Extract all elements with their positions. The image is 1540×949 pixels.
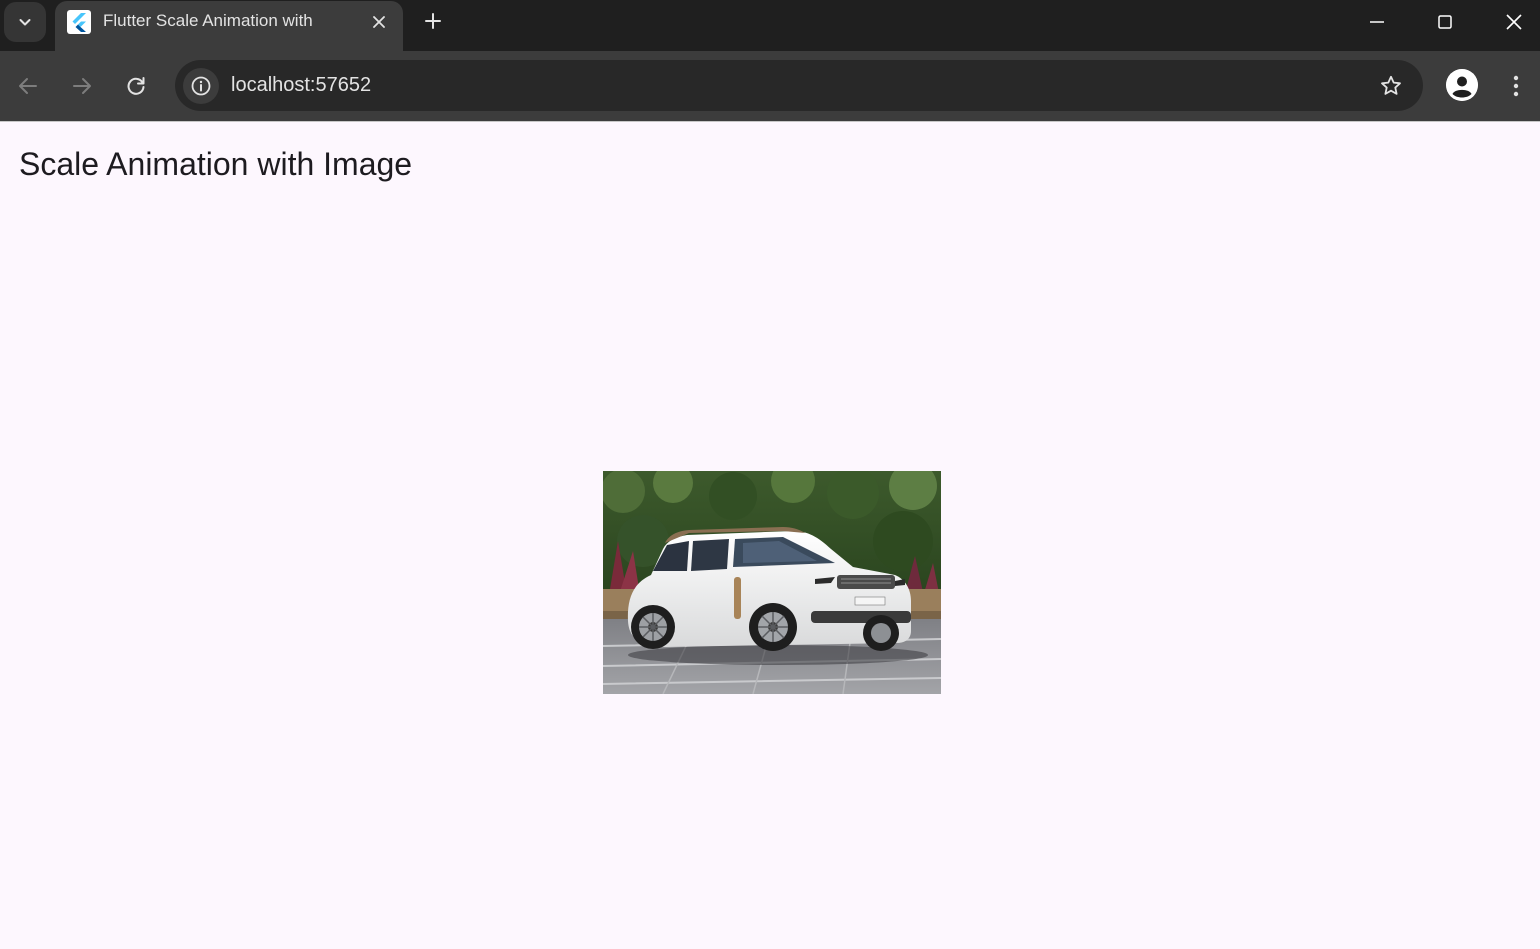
minimize-icon bbox=[1370, 21, 1384, 23]
flutter-logo-icon bbox=[67, 10, 91, 34]
arrow-left-icon bbox=[19, 78, 37, 94]
plus-icon bbox=[425, 13, 441, 29]
bookmark-button[interactable] bbox=[1377, 72, 1405, 100]
chevron-down-icon bbox=[19, 19, 31, 26]
tab-close-button[interactable] bbox=[367, 10, 391, 34]
close-icon bbox=[373, 16, 385, 28]
maximize-icon bbox=[1438, 15, 1452, 29]
browser-toolbar: localhost:57652 bbox=[0, 51, 1540, 121]
browser-tab-active[interactable]: Flutter Scale Animation with bbox=[55, 1, 403, 51]
arrow-right-icon bbox=[73, 78, 91, 94]
url-text[interactable]: localhost:57652 bbox=[231, 73, 371, 97]
new-tab-button[interactable] bbox=[418, 6, 448, 36]
browser-tab-strip: Flutter Scale Animation with bbox=[0, 0, 1540, 51]
car-photo bbox=[603, 471, 941, 694]
reload-button[interactable] bbox=[118, 68, 154, 104]
close-icon bbox=[1506, 14, 1522, 30]
star-icon bbox=[1381, 75, 1401, 95]
reload-icon bbox=[127, 77, 145, 95]
tab-title: Flutter Scale Animation with bbox=[103, 11, 313, 30]
app-bar-title: Scale Animation with Image bbox=[19, 146, 413, 182]
back-button[interactable] bbox=[10, 68, 46, 104]
info-icon bbox=[191, 76, 211, 96]
site-info-button[interactable] bbox=[183, 68, 219, 104]
kebab-menu-icon bbox=[1513, 75, 1519, 97]
forward-button[interactable] bbox=[64, 68, 100, 104]
app-page: Scale Animation with Image bbox=[0, 122, 1540, 949]
address-bar[interactable]: localhost:57652 bbox=[175, 60, 1423, 111]
person-icon bbox=[1446, 69, 1478, 101]
window-minimize-button[interactable] bbox=[1343, 0, 1411, 44]
window-maximize-button[interactable] bbox=[1411, 0, 1479, 44]
browser-menu-button[interactable] bbox=[1500, 68, 1532, 104]
tab-search-button[interactable] bbox=[4, 2, 46, 42]
window-close-button[interactable] bbox=[1480, 0, 1540, 44]
profile-button[interactable] bbox=[1446, 69, 1478, 101]
